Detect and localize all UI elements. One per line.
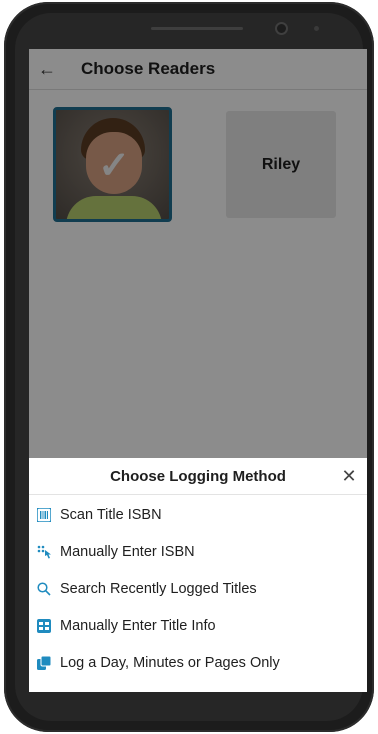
keypad-tap-icon: [29, 545, 59, 559]
option-label: Scan Title ISBN: [60, 506, 162, 523]
table-icon: [29, 618, 59, 633]
barcode-icon: [29, 507, 59, 522]
option-scan-isbn[interactable]: Scan Title ISBN: [29, 496, 367, 533]
phone-camera: [275, 22, 288, 35]
app-screen: ← Choose Readers ✓ Riley Choose Logging …: [29, 49, 367, 692]
close-icon[interactable]: ✕: [339, 466, 359, 486]
sheet-divider: [29, 494, 367, 495]
sheet-header: Choose Logging Method: [29, 458, 367, 494]
option-label: Manually Enter ISBN: [60, 543, 195, 560]
option-label: Log a Day, Minutes or Pages Only: [60, 654, 280, 671]
option-manual-title[interactable]: Manually Enter Title Info: [29, 607, 367, 644]
sheet-title: Choose Logging Method: [110, 467, 286, 485]
option-log-day[interactable]: Log a Day, Minutes or Pages Only: [29, 644, 367, 681]
modal-scrim[interactable]: [29, 49, 367, 458]
option-search-recent[interactable]: Search Recently Logged Titles: [29, 570, 367, 607]
phone-frame: ← Choose Readers ✓ Riley Choose Logging …: [4, 2, 374, 732]
option-label: Search Recently Logged Titles: [60, 580, 257, 597]
copy-icon: [29, 655, 59, 670]
phone-sensor: [314, 26, 319, 31]
search-icon: [29, 581, 59, 596]
option-manual-isbn[interactable]: Manually Enter ISBN: [29, 533, 367, 570]
option-label: Manually Enter Title Info: [60, 617, 216, 634]
logging-method-sheet: Choose Logging Method ✕ Scan Title ISBN: [29, 458, 367, 692]
phone-speaker: [151, 27, 243, 30]
